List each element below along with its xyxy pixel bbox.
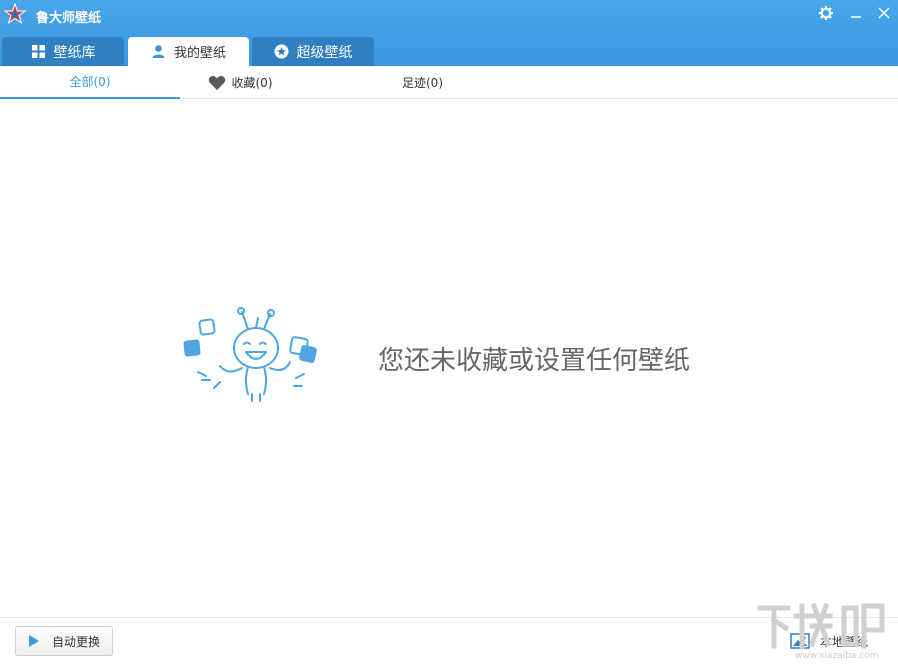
cartoon-character-illustration: [178, 306, 328, 406]
empty-state-message: 您还未收藏或设置任何壁纸: [378, 340, 690, 377]
play-icon: [28, 635, 40, 647]
tab-label: 我的壁纸: [174, 42, 226, 61]
subtab-label: 全部(0): [70, 73, 111, 90]
star-logo-icon: [4, 3, 26, 25]
footer-bar: 自动更换 本地壁纸: [0, 617, 898, 665]
auto-change-button[interactable]: 自动更换: [15, 626, 113, 656]
watermark-url: www.xiazaiba.com: [795, 651, 879, 661]
user-icon: [151, 44, 166, 59]
auto-change-label: 自动更换: [52, 633, 100, 650]
settings-button[interactable]: [818, 5, 834, 21]
tab-wallpaper-library[interactable]: 壁纸库: [2, 37, 124, 66]
tab-super-wallpaper[interactable]: 超级壁纸: [252, 37, 374, 66]
minimize-button[interactable]: [848, 5, 864, 21]
tab-label: 超级壁纸: [297, 42, 353, 62]
heart-icon: [208, 75, 226, 91]
tab-label: 壁纸库: [54, 42, 96, 62]
title-bar: 鲁大师壁纸 壁纸库: [0, 0, 898, 66]
subtab-label: 收藏(0): [232, 74, 273, 91]
gear-icon: [818, 5, 834, 21]
subtab-favorites[interactable]: 收藏(0): [180, 66, 300, 99]
tab-my-wallpaper[interactable]: 我的壁纸: [128, 37, 249, 66]
minimize-icon: [848, 5, 864, 21]
app-title: 鲁大师壁纸: [36, 7, 101, 26]
star-circle-icon: [274, 44, 289, 59]
picture-icon: [790, 633, 810, 649]
local-wallpaper-label: 本地壁纸: [820, 633, 868, 650]
subtab-all[interactable]: 全部(0): [0, 66, 180, 99]
subtab-history[interactable]: 足迹(0): [360, 66, 485, 99]
close-icon: [876, 5, 892, 21]
sub-tab-bar: 全部(0) 收藏(0) 足迹(0): [0, 66, 898, 99]
subtab-label: 足迹(0): [402, 74, 443, 91]
close-button[interactable]: [876, 5, 892, 21]
grid-icon: [31, 44, 46, 59]
